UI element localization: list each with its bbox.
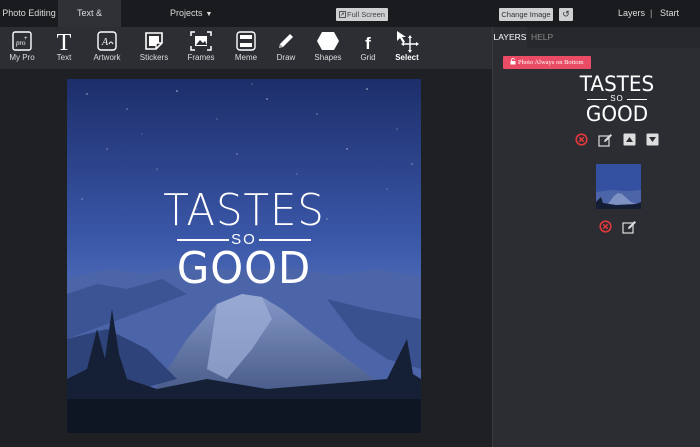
- tool-text[interactable]: T Text: [44, 29, 84, 67]
- tool-label: Draw: [276, 53, 296, 62]
- tab-text-overlays[interactable]: Text & Overlays: [58, 0, 121, 45]
- tool-grid[interactable]: f Grid: [348, 29, 388, 67]
- tool-frames[interactable]: Frames: [181, 29, 221, 67]
- photo-always-on-bottom-button[interactable]: Photo Always on Bottom: [503, 56, 591, 69]
- lock-icon: [510, 58, 516, 65]
- text-glyph: T: [57, 30, 72, 53]
- tool-label: Select: [395, 53, 419, 62]
- undo-icon: ↺: [562, 9, 570, 19]
- caret-down-icon: ▼: [205, 11, 213, 18]
- overlay-rule-right: [259, 239, 311, 241]
- panel-tabs: LAYERS HELP: [493, 27, 700, 48]
- grid-glyph: f: [365, 34, 371, 53]
- layers-panel: LAYERS HELP Photo Always on Bottom TASTE…: [492, 27, 700, 447]
- tool-label: Stickers: [139, 53, 169, 62]
- fullscreen-icon: [339, 11, 347, 18]
- delete-icon[interactable]: [599, 220, 612, 233]
- svg-text:+: +: [24, 36, 28, 42]
- tool-label: Frames: [187, 53, 215, 62]
- move-down-icon[interactable]: [646, 133, 659, 146]
- pencil-icon: [279, 34, 293, 48]
- tool-label: Artwork: [93, 53, 121, 62]
- tool-artwork[interactable]: A Artwork: [87, 29, 127, 67]
- tool-select[interactable]: Select: [387, 29, 427, 67]
- tool-my-pro[interactable]: pro + My Pro: [2, 29, 42, 67]
- tool-label: Text: [56, 53, 72, 62]
- sticker-icon: [145, 32, 163, 50]
- artwork-glyph: A: [101, 37, 109, 48]
- overlay-rule-left: [177, 239, 229, 241]
- text-layer-controls: [575, 133, 665, 147]
- projects-menu[interactable]: Projects ▼: [170, 0, 212, 28]
- canvas-workspace: TASTES SO GOOD: [0, 69, 492, 447]
- hexagon-icon: [317, 32, 339, 50]
- layer-thumb-line-good: GOOD: [585, 102, 649, 126]
- grid-f-icon: f: [365, 34, 371, 53]
- layer-thumb-line-tastes: TASTES: [579, 72, 655, 96]
- photo-always-on-bottom-label: Photo Always on Bottom: [518, 59, 584, 66]
- delete-icon[interactable]: [575, 133, 588, 146]
- edit-icon[interactable]: [622, 220, 637, 234]
- tool-meme[interactable]: Meme: [226, 29, 266, 67]
- tab-photo-editing[interactable]: Photo Editing: [0, 0, 58, 27]
- top-bar: Photo Editing Text & Overlays Projects▼ …: [0, 0, 700, 45]
- tab-help[interactable]: HELP: [531, 27, 553, 48]
- layer-thumbnail-photo[interactable]: [596, 164, 641, 209]
- tool-label: Grid: [360, 53, 376, 62]
- overlay-line-tastes: TASTES: [163, 185, 325, 236]
- pro-icon: pro+: [12, 31, 32, 51]
- full-screen-button[interactable]: Full Screen: [336, 8, 388, 21]
- tab-layers[interactable]: LAYERS: [493, 27, 527, 48]
- tool-draw[interactable]: Draw: [266, 29, 306, 67]
- tool-stickers[interactable]: Stickers: [134, 29, 174, 67]
- frame-icon: [190, 31, 212, 51]
- meme-icon: [236, 31, 256, 51]
- undo-button[interactable]: ↺: [559, 8, 573, 21]
- overlay-line-good: GOOD: [176, 243, 312, 294]
- tool-label: Meme: [234, 53, 258, 62]
- select-move-icon: [397, 31, 419, 53]
- move-up-icon[interactable]: [623, 133, 636, 146]
- layer-thumbnail-text[interactable]: TASTES SO GOOD: [577, 72, 657, 126]
- tools-toolbar: pro + My Pro T Text A Artwork Stickers Fr…: [0, 27, 492, 69]
- mountain-thumbnail: [596, 164, 641, 209]
- edit-icon[interactable]: [598, 133, 613, 147]
- layers-link[interactable]: Layers: [618, 0, 645, 27]
- change-image-button[interactable]: Change Image: [499, 8, 553, 21]
- artwork-icon: A: [97, 31, 117, 51]
- photo-editor-app: Photo Editing Text & Overlays Projects▼ …: [0, 0, 700, 447]
- layer-thumb-rule-left: [587, 99, 607, 100]
- photo-canvas[interactable]: TASTES SO GOOD: [67, 79, 421, 433]
- projects-label: Projects: [170, 8, 203, 18]
- tool-shapes[interactable]: Shapes: [308, 29, 348, 67]
- text-t-icon: T: [57, 30, 72, 53]
- separator: |: [650, 8, 653, 18]
- tool-label: Shapes: [314, 53, 342, 62]
- photo-layer-controls: [599, 220, 649, 234]
- tool-label: My Pro: [9, 53, 35, 62]
- full-screen-label: Full Screen: [347, 10, 385, 19]
- text-overlay-layer[interactable]: TASTES SO GOOD: [67, 185, 421, 294]
- layer-thumb-rule-right: [627, 99, 647, 100]
